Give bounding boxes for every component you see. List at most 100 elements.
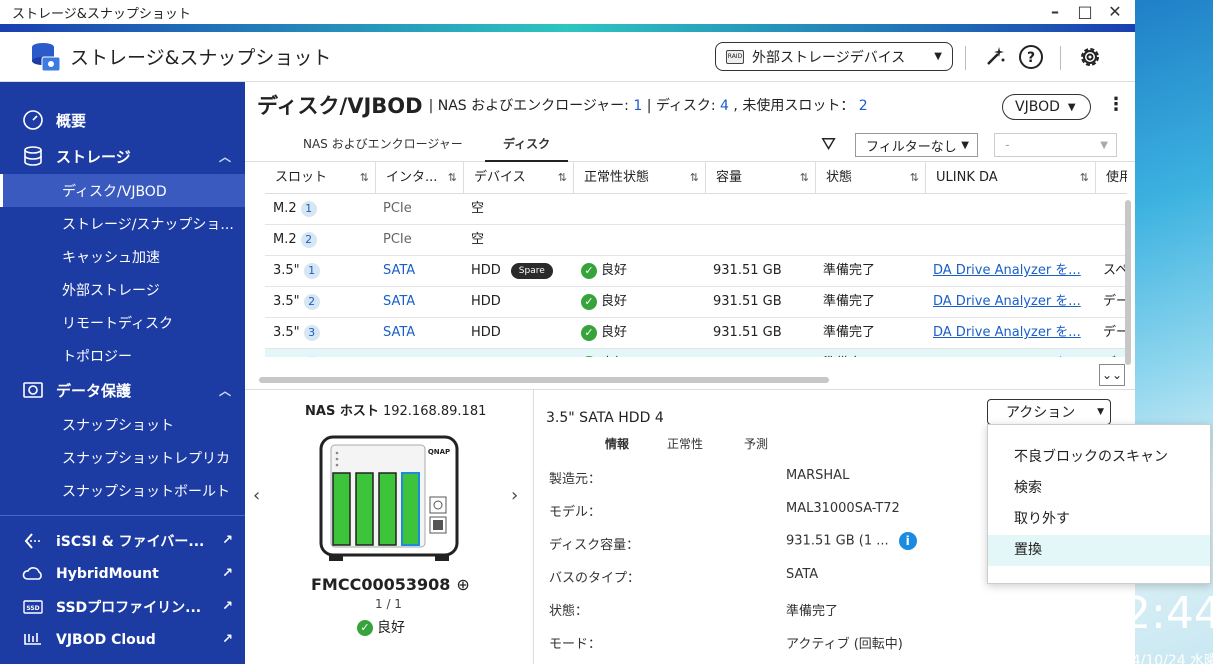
sidebar-item-remote-disk[interactable]: リモートディスク [0, 306, 245, 339]
action-dropdown-button[interactable]: アクション ▼ [987, 399, 1111, 425]
nas-host-label: NAS ホスト [305, 404, 379, 419]
close-button[interactable]: ✕ [1107, 2, 1123, 21]
tab-info[interactable]: 情報 [605, 435, 629, 452]
sort-icon[interactable]: ⇅ [1080, 162, 1089, 194]
menu-item-remove[interactable]: 取り外す [988, 504, 1210, 535]
column-header-capacity[interactable]: 容量 ⇅ [705, 162, 815, 194]
more-options-icon[interactable]: ⋮ [1107, 94, 1125, 115]
tab-health[interactable]: 正常性 [667, 435, 703, 452]
sidebar-item-storage-snapshots[interactable]: ストレージ/スナップショ... [0, 207, 245, 240]
sort-icon[interactable]: ⇅ [690, 162, 699, 194]
cell-device: HDD Spare [463, 256, 573, 287]
drive-analyzer-link[interactable]: DA Drive Analyzer を... [933, 325, 1081, 340]
slot-number-badge: 1 [300, 201, 317, 217]
sidebar-link-hybridmount[interactable]: HybridMount ↗ [0, 557, 245, 590]
menu-item-bad-block-scan[interactable]: 不良ブロックのスキャン [988, 442, 1210, 473]
sidebar-item-snapshot[interactable]: スナップショット [0, 408, 245, 441]
chevron-down-icon: ▼ [1097, 407, 1104, 417]
secondary-filter-select[interactable]: - ▼ [994, 133, 1117, 157]
cell-ulink-da [925, 194, 1095, 225]
column-header-health[interactable]: 正常性状態 ⇅ [573, 162, 705, 194]
column-header-interface[interactable]: インタ... ⇅ [375, 162, 463, 194]
sidebar-link-iscsi[interactable]: iSCSI & ファイバー... ↗ [0, 524, 245, 557]
cell-status [815, 194, 925, 225]
table-row[interactable]: 3.5" 3 SATA HDD ✓ 良好 931.51 GB 準備完了 DA Drive Ana… [265, 318, 1127, 349]
column-header-ulink-da[interactable]: ULINK DA ⇅ [925, 162, 1095, 194]
sidebar-item-external-storage[interactable]: 外部ストレージ [0, 273, 245, 306]
slot-number-badge: 2 [300, 232, 317, 248]
external-device-dropdown[interactable]: RAID 外部ストレージデバイス ▼ [715, 42, 953, 71]
sort-icon[interactable]: ⇅ [448, 162, 457, 194]
cell-health [573, 194, 705, 225]
sidebar-group-data-protection[interactable]: データ保護 ︿ [0, 372, 245, 408]
database-icon [24, 146, 42, 166]
cell-usage [1095, 194, 1127, 225]
vertical-scrollbar[interactable] [1125, 200, 1131, 365]
vjbod-dropdown-button[interactable]: VJBOD ▼ [1002, 94, 1091, 120]
cell-interface: PCIe [383, 232, 412, 247]
prop-label: モード： [549, 637, 602, 652]
maximize-button[interactable]: □ [1077, 2, 1093, 21]
device-type: 空 [471, 232, 485, 247]
table-row[interactable]: 3.5" 2 SATA HDD ✓ 良好 931.51 GB 準備完了 DA Drive Ana… [265, 287, 1127, 318]
tab-disks[interactable]: ディスク [485, 128, 569, 162]
tab-nas-enclosure[interactable]: NAS およびエンクロージャー [303, 128, 463, 162]
table-row[interactable]: 3.5"4SATAHDD✓良好931.51 GB準備完了DA Drive Ana… [265, 349, 1127, 357]
magic-wand-icon[interactable] [982, 44, 1008, 70]
table-body: M.2 1 PCIe 空 M.2 2 PCIe 空 3.5" 1 SATA HDD Spare ✓ 良好 93… [265, 194, 1127, 357]
tab-prediction[interactable]: 予測 [744, 435, 768, 452]
vjbod-cloud-icon [24, 632, 41, 645]
table-row[interactable]: M.2 1 PCIe 空 [265, 194, 1127, 225]
chevron-left-icon[interactable]: ‹ [253, 485, 260, 506]
filter-icon[interactable]: ⛛ [821, 134, 836, 155]
cell-health: ✓ 良好 [573, 349, 705, 357]
sidebar-item-cache[interactable]: キャッシュ加速 [0, 240, 245, 273]
summary-disk-count: 4 [720, 98, 729, 114]
column-header-usage[interactable]: 使用 [1095, 162, 1127, 194]
spare-badge: Spare [510, 262, 553, 279]
cell-capacity [705, 225, 815, 256]
sidebar-link-vjbod-cloud[interactable]: VJBOD Cloud ↗ [0, 623, 245, 656]
gear-icon[interactable] [1077, 44, 1103, 70]
sidebar-item-disks-vjbod[interactable]: ディスク/VJBOD [0, 174, 245, 207]
menu-item-replace[interactable]: 置換 [988, 535, 1210, 566]
info-icon[interactable]: i [898, 532, 917, 550]
filter-select[interactable]: フィルターなし ▼ [855, 133, 978, 157]
help-icon[interactable]: ? [1018, 44, 1044, 70]
sort-icon[interactable]: ⇅ [800, 162, 809, 194]
cell-interface: PCIe [383, 201, 412, 216]
chevron-right-icon[interactable]: › [511, 485, 518, 506]
column-header-status[interactable]: 状態 ⇅ [815, 162, 925, 194]
filter-select-value: フィルターなし [866, 139, 957, 155]
app-header: ストレージ&スナップショット RAID 外部ストレージデバイス ▼ ? [0, 32, 1135, 82]
drive-analyzer-link[interactable]: DA Drive Analyzer を... [933, 294, 1081, 309]
table-row[interactable]: 3.5" 1 SATA HDD Spare ✓ 良好 931.51 GB 準備完了 DA Driv… [265, 256, 1127, 287]
scrollbar-thumb[interactable] [259, 377, 829, 383]
sort-icon[interactable]: ⇅ [910, 162, 919, 194]
horizontal-scrollbar[interactable] [255, 376, 1095, 384]
sidebar-item-snapshot-replica[interactable]: スナップショットレプリカ [0, 441, 245, 474]
sidebar-group-label: ストレージ [56, 147, 131, 166]
sort-icon[interactable]: ⇅ [360, 162, 369, 194]
prop-label: モデル： [549, 505, 602, 520]
minimize-button[interactable]: – [1047, 2, 1063, 21]
cell-ulink-da: DA Drive Analyzer を... [925, 287, 1095, 318]
sidebar-item-snapshot-vault[interactable]: スナップショットボールト [0, 474, 245, 507]
sidebar-item-overview[interactable]: 概要 [0, 102, 245, 138]
slot-label: 3.5" [273, 294, 300, 309]
drive-analyzer-link[interactable]: DA Drive Analyzer を... [933, 263, 1081, 278]
sidebar-item-topology[interactable]: トポロジー [0, 339, 245, 372]
expand-panel-button[interactable]: ⌄⌄ [1099, 364, 1125, 386]
column-header-device[interactable]: デバイス ⇅ [463, 162, 573, 194]
sidebar-link-ssd-profiling[interactable]: SSD SSDプロファイリン... ↗ [0, 590, 245, 623]
sort-icon[interactable]: ⇅ [558, 162, 567, 194]
sidebar-group-label: データ保護 [56, 381, 132, 400]
zoom-in-icon[interactable]: ⊕ [456, 575, 469, 594]
column-header-slot[interactable]: スロット ⇅ [265, 162, 375, 194]
health-text: 良好 [601, 356, 627, 357]
table-row[interactable]: M.2 2 PCIe 空 [265, 225, 1127, 256]
slot-number-badge: 4 [303, 356, 320, 357]
sidebar-group-storage[interactable]: ストレージ ︿ [0, 138, 245, 174]
drive-analyzer-link[interactable]: DA Drive Analyzer を... [933, 356, 1081, 357]
menu-item-locate[interactable]: 検索 [988, 473, 1210, 504]
